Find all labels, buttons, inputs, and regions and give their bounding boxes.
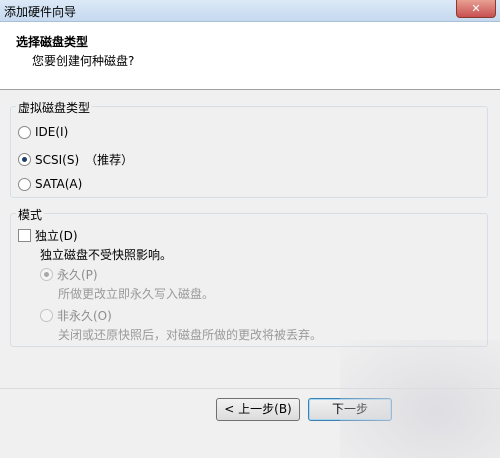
close-icon: ✕ bbox=[471, 2, 481, 15]
close-button[interactable]: ✕ bbox=[456, 0, 496, 18]
independent-note: 独立磁盘不受快照影响。 bbox=[40, 248, 173, 262]
wizard-header: 选择磁盘类型 您要创建何种磁盘? bbox=[0, 22, 500, 90]
nonpersistent-desc: 关闭或还原快照后，对磁盘所做的更改将被丢弃。 bbox=[58, 328, 323, 342]
independent-checkbox-row[interactable]: 独立(D) bbox=[18, 227, 78, 244]
independent-checkbox[interactable] bbox=[18, 229, 31, 242]
persistent-desc: 所做更改立即永久写入磁盘。 bbox=[58, 287, 215, 301]
radio-ide-label: IDE(I) bbox=[35, 125, 69, 139]
mode-group-label: 模式 bbox=[16, 206, 45, 223]
radio-persistent-button[interactable] bbox=[40, 268, 53, 281]
page-title: 选择磁盘类型 bbox=[16, 35, 89, 49]
blurred-watermark-area bbox=[340, 340, 500, 458]
window-title: 添加硬件向导 bbox=[4, 5, 77, 19]
radio-sata-button[interactable] bbox=[18, 177, 31, 191]
title-bar: 添加硬件向导 ✕ bbox=[0, 0, 500, 22]
radio-nonpersistent-label: 非永久(O) bbox=[57, 309, 112, 323]
back-button[interactable]: < 上一步(B) bbox=[216, 398, 300, 421]
radio-scsi-label: SCSI(S) bbox=[35, 152, 80, 167]
radio-persistent-label: 永久(P) bbox=[57, 268, 98, 282]
radio-ide[interactable]: IDE(I) bbox=[18, 125, 68, 139]
radio-sata[interactable]: SATA(A) bbox=[18, 177, 82, 191]
radio-scsi-button[interactable] bbox=[18, 153, 31, 166]
radio-sata-label: SATA(A) bbox=[35, 177, 83, 191]
radio-nonpersistent[interactable]: 非永久(O) bbox=[40, 307, 112, 324]
radio-persistent[interactable]: 永久(P) bbox=[40, 266, 98, 283]
radio-ide-button[interactable] bbox=[18, 125, 31, 139]
radio-scsi[interactable]: SCSI(S) （推荐） bbox=[18, 151, 133, 168]
radio-nonpersistent-button[interactable] bbox=[40, 309, 53, 322]
independent-label: 独立(D) bbox=[35, 229, 78, 243]
page-subtitle: 您要创建何种磁盘? bbox=[32, 54, 135, 68]
disk-type-group-label: 虚拟磁盘类型 bbox=[16, 99, 93, 116]
radio-scsi-hint: （推荐） bbox=[85, 153, 134, 167]
